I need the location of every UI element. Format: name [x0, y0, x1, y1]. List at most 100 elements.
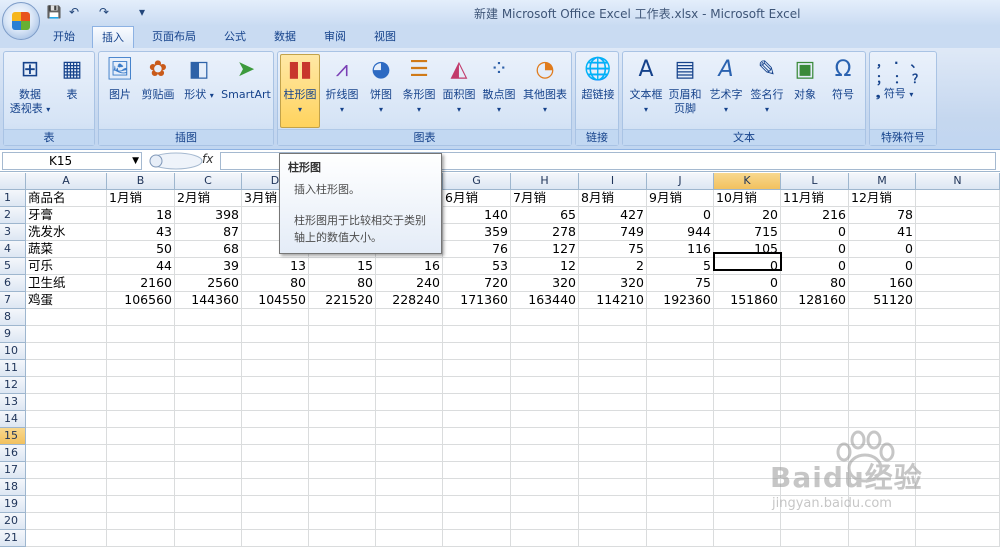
- cell-b10[interactable]: [107, 343, 175, 360]
- cell-i14[interactable]: [579, 411, 647, 428]
- cell-f16[interactable]: [376, 445, 443, 462]
- cell-c6[interactable]: 2560: [175, 275, 242, 292]
- cell-f14[interactable]: [376, 411, 443, 428]
- cell-d21[interactable]: [242, 530, 309, 547]
- cell-d5[interactable]: 13: [242, 258, 309, 275]
- row-header-21[interactable]: 21: [0, 530, 26, 547]
- row-header-11[interactable]: 11: [0, 360, 26, 377]
- tab-view[interactable]: 视图: [364, 26, 406, 48]
- row-header-15[interactable]: 15: [0, 428, 26, 445]
- cell-h9[interactable]: [511, 326, 579, 343]
- cell-a16[interactable]: [26, 445, 107, 462]
- cell-c15[interactable]: [175, 428, 242, 445]
- row-header-1[interactable]: 1: [0, 190, 26, 207]
- cell-c20[interactable]: [175, 513, 242, 530]
- cell-i7[interactable]: 114210: [579, 292, 647, 309]
- cell-i16[interactable]: [579, 445, 647, 462]
- cell-i19[interactable]: [579, 496, 647, 513]
- row-header-7[interactable]: 7: [0, 292, 26, 309]
- cell-j12[interactable]: [647, 377, 714, 394]
- cell-i15[interactable]: [579, 428, 647, 445]
- cell-e6[interactable]: 80: [309, 275, 376, 292]
- cell-d18[interactable]: [242, 479, 309, 496]
- cell-n8[interactable]: [916, 309, 1000, 326]
- cell-l7[interactable]: 128160: [781, 292, 849, 309]
- cell-h18[interactable]: [511, 479, 579, 496]
- column-header-h[interactable]: H: [511, 173, 579, 190]
- cell-a6[interactable]: 卫生纸: [26, 275, 107, 292]
- cell-j17[interactable]: [647, 462, 714, 479]
- cell-m11[interactable]: [849, 360, 916, 377]
- cell-c4[interactable]: 68: [175, 241, 242, 258]
- cell-j3[interactable]: 944: [647, 224, 714, 241]
- cell-e17[interactable]: [309, 462, 376, 479]
- cell-j14[interactable]: [647, 411, 714, 428]
- cell-h19[interactable]: [511, 496, 579, 513]
- cell-d12[interactable]: [242, 377, 309, 394]
- cell-m4[interactable]: 0: [849, 241, 916, 258]
- hyperlink-button[interactable]: 🌐 超链接: [578, 55, 618, 102]
- row-header-6[interactable]: 6: [0, 275, 26, 292]
- cell-f15[interactable]: [376, 428, 443, 445]
- cell-g11[interactable]: [443, 360, 511, 377]
- row-header-18[interactable]: 18: [0, 479, 26, 496]
- cell-g3[interactable]: 359: [443, 224, 511, 241]
- cell-c8[interactable]: [175, 309, 242, 326]
- cell-c12[interactable]: [175, 377, 242, 394]
- object-button[interactable]: ▣ 对象: [789, 55, 821, 102]
- clip-art-button[interactable]: ✿ 剪贴画: [139, 55, 177, 102]
- cell-i6[interactable]: 320: [579, 275, 647, 292]
- cell-n5[interactable]: [916, 258, 1000, 275]
- cell-e13[interactable]: [309, 394, 376, 411]
- shapes-button[interactable]: ◧ 形状 ▾: [181, 55, 217, 103]
- row-header-5[interactable]: 5: [0, 258, 26, 275]
- cell-k6[interactable]: 0: [714, 275, 781, 292]
- row-header-3[interactable]: 3: [0, 224, 26, 241]
- cell-c2[interactable]: 398: [175, 207, 242, 224]
- cell-c16[interactable]: [175, 445, 242, 462]
- cell-n4[interactable]: [916, 241, 1000, 258]
- cell-f10[interactable]: [376, 343, 443, 360]
- cell-k11[interactable]: [714, 360, 781, 377]
- cell-a5[interactable]: 可乐: [26, 258, 107, 275]
- cell-a7[interactable]: 鸡蛋: [26, 292, 107, 309]
- cell-e21[interactable]: [309, 530, 376, 547]
- cell-d13[interactable]: [242, 394, 309, 411]
- cell-f17[interactable]: [376, 462, 443, 479]
- column-header-g[interactable]: G: [443, 173, 511, 190]
- cell-l4[interactable]: 0: [781, 241, 849, 258]
- cell-m12[interactable]: [849, 377, 916, 394]
- row-header-8[interactable]: 8: [0, 309, 26, 326]
- tab-formulas[interactable]: 公式: [214, 26, 256, 48]
- cell-l5[interactable]: 0: [781, 258, 849, 275]
- cell-g19[interactable]: [443, 496, 511, 513]
- cell-f21[interactable]: [376, 530, 443, 547]
- cell-f8[interactable]: [376, 309, 443, 326]
- pivot-table-button[interactable]: ⊞ 数据 透视表 ▾: [8, 55, 52, 117]
- cell-a21[interactable]: [26, 530, 107, 547]
- cell-l21[interactable]: [781, 530, 849, 547]
- cell-i10[interactable]: [579, 343, 647, 360]
- cell-h8[interactable]: [511, 309, 579, 326]
- cell-m10[interactable]: [849, 343, 916, 360]
- scatter-chart-button[interactable]: ⁘ 散点图 ▾: [480, 55, 518, 117]
- cell-a18[interactable]: [26, 479, 107, 496]
- symbol-button[interactable]: Ω 符号: [825, 55, 861, 102]
- cell-b8[interactable]: [107, 309, 175, 326]
- cell-c14[interactable]: [175, 411, 242, 428]
- cell-i4[interactable]: 75: [579, 241, 647, 258]
- cell-b12[interactable]: [107, 377, 175, 394]
- column-header-b[interactable]: B: [107, 173, 175, 190]
- cell-j16[interactable]: [647, 445, 714, 462]
- cell-i5[interactable]: 2: [579, 258, 647, 275]
- cell-c21[interactable]: [175, 530, 242, 547]
- cell-g4[interactable]: 76: [443, 241, 511, 258]
- cell-a10[interactable]: [26, 343, 107, 360]
- cell-j4[interactable]: 116: [647, 241, 714, 258]
- cell-a14[interactable]: [26, 411, 107, 428]
- cell-d20[interactable]: [242, 513, 309, 530]
- cell-b4[interactable]: 50: [107, 241, 175, 258]
- cell-i8[interactable]: [579, 309, 647, 326]
- cell-n14[interactable]: [916, 411, 1000, 428]
- cell-n7[interactable]: [916, 292, 1000, 309]
